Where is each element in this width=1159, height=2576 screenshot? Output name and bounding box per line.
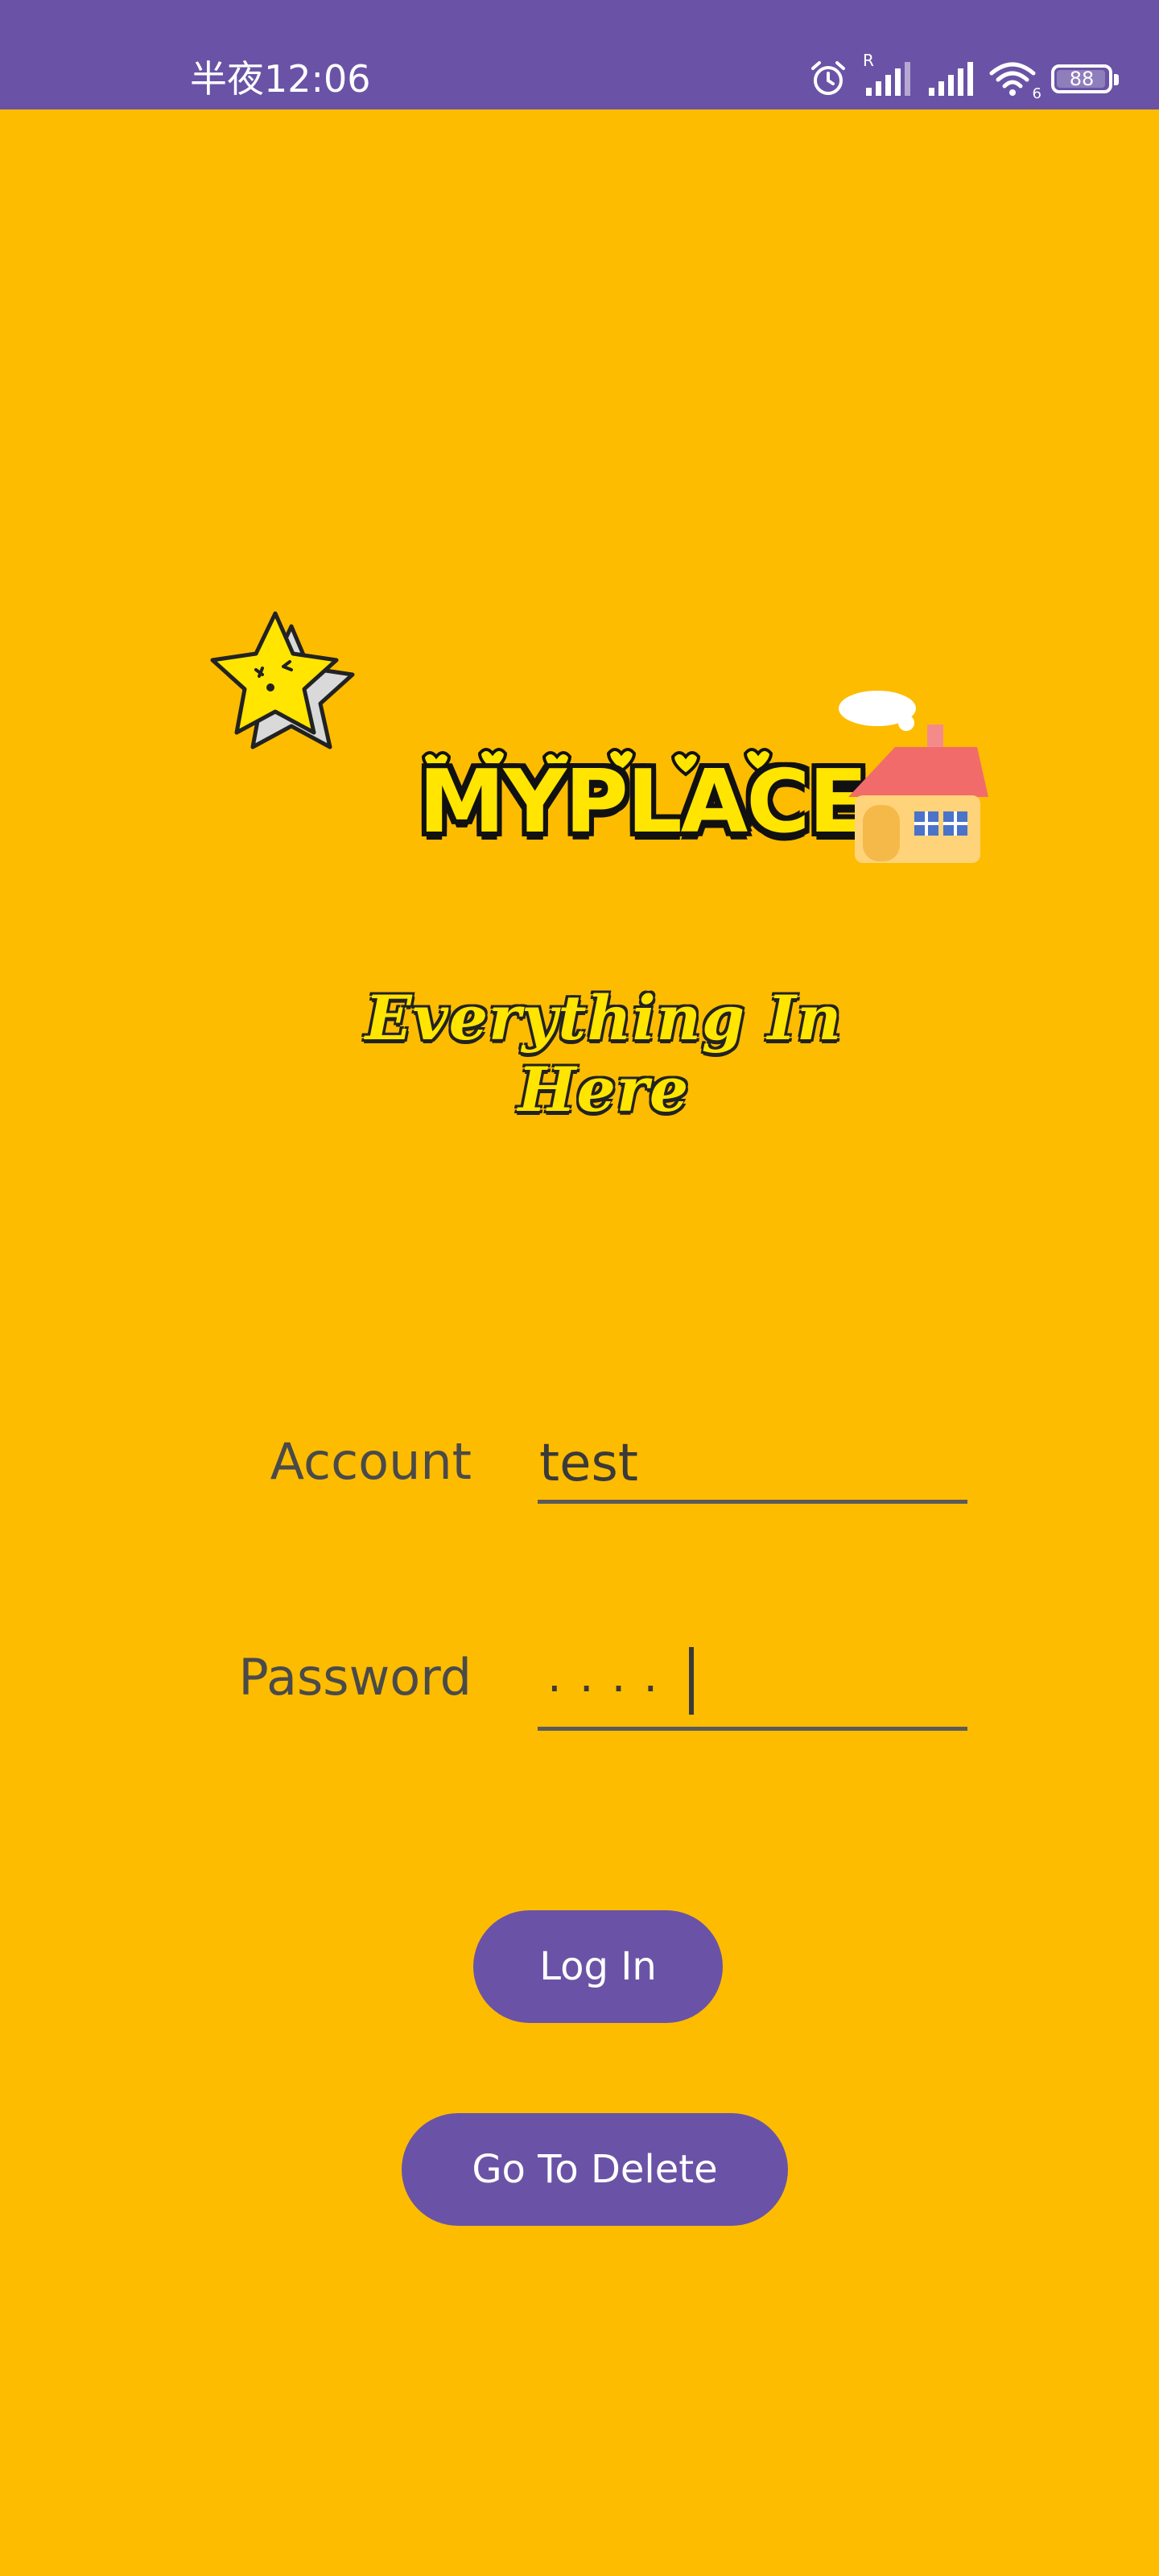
go-to-delete-button[interactable]: Go To Delete [402,2113,788,2226]
account-input[interactable]: test [538,1423,967,1504]
password-input[interactable]: ···· [538,1647,967,1731]
alarm-icon [808,59,848,99]
account-label: Account [270,1432,472,1491]
status-bar: 半夜12:06 R 6 88 [0,0,1159,109]
app-logo: MYPLACE [419,752,868,852]
house-icon [837,684,990,873]
star-icon [193,604,362,777]
wifi-icon: 6 [988,60,1041,102]
roaming-label: R [863,51,874,70]
wifi-label: 6 [1032,85,1041,102]
signal-icon [926,60,974,97]
password-label: Password [238,1648,472,1707]
text-caret [689,1647,694,1715]
logo-area: MYPLACE Everything In Here [0,564,1159,1127]
battery-text: 88 [1069,68,1095,90]
signal-icon: R [863,51,911,97]
battery-nub [1114,74,1119,85]
status-icons: R 6 88 [808,51,1119,102]
login-button[interactable]: Log In [473,1910,723,2023]
tagline: Everything In Here [365,982,843,1125]
battery-icon: 88 [1051,64,1119,93]
password-mask: ···· [547,1663,676,1715]
status-time: 半夜12:06 [190,57,371,101]
